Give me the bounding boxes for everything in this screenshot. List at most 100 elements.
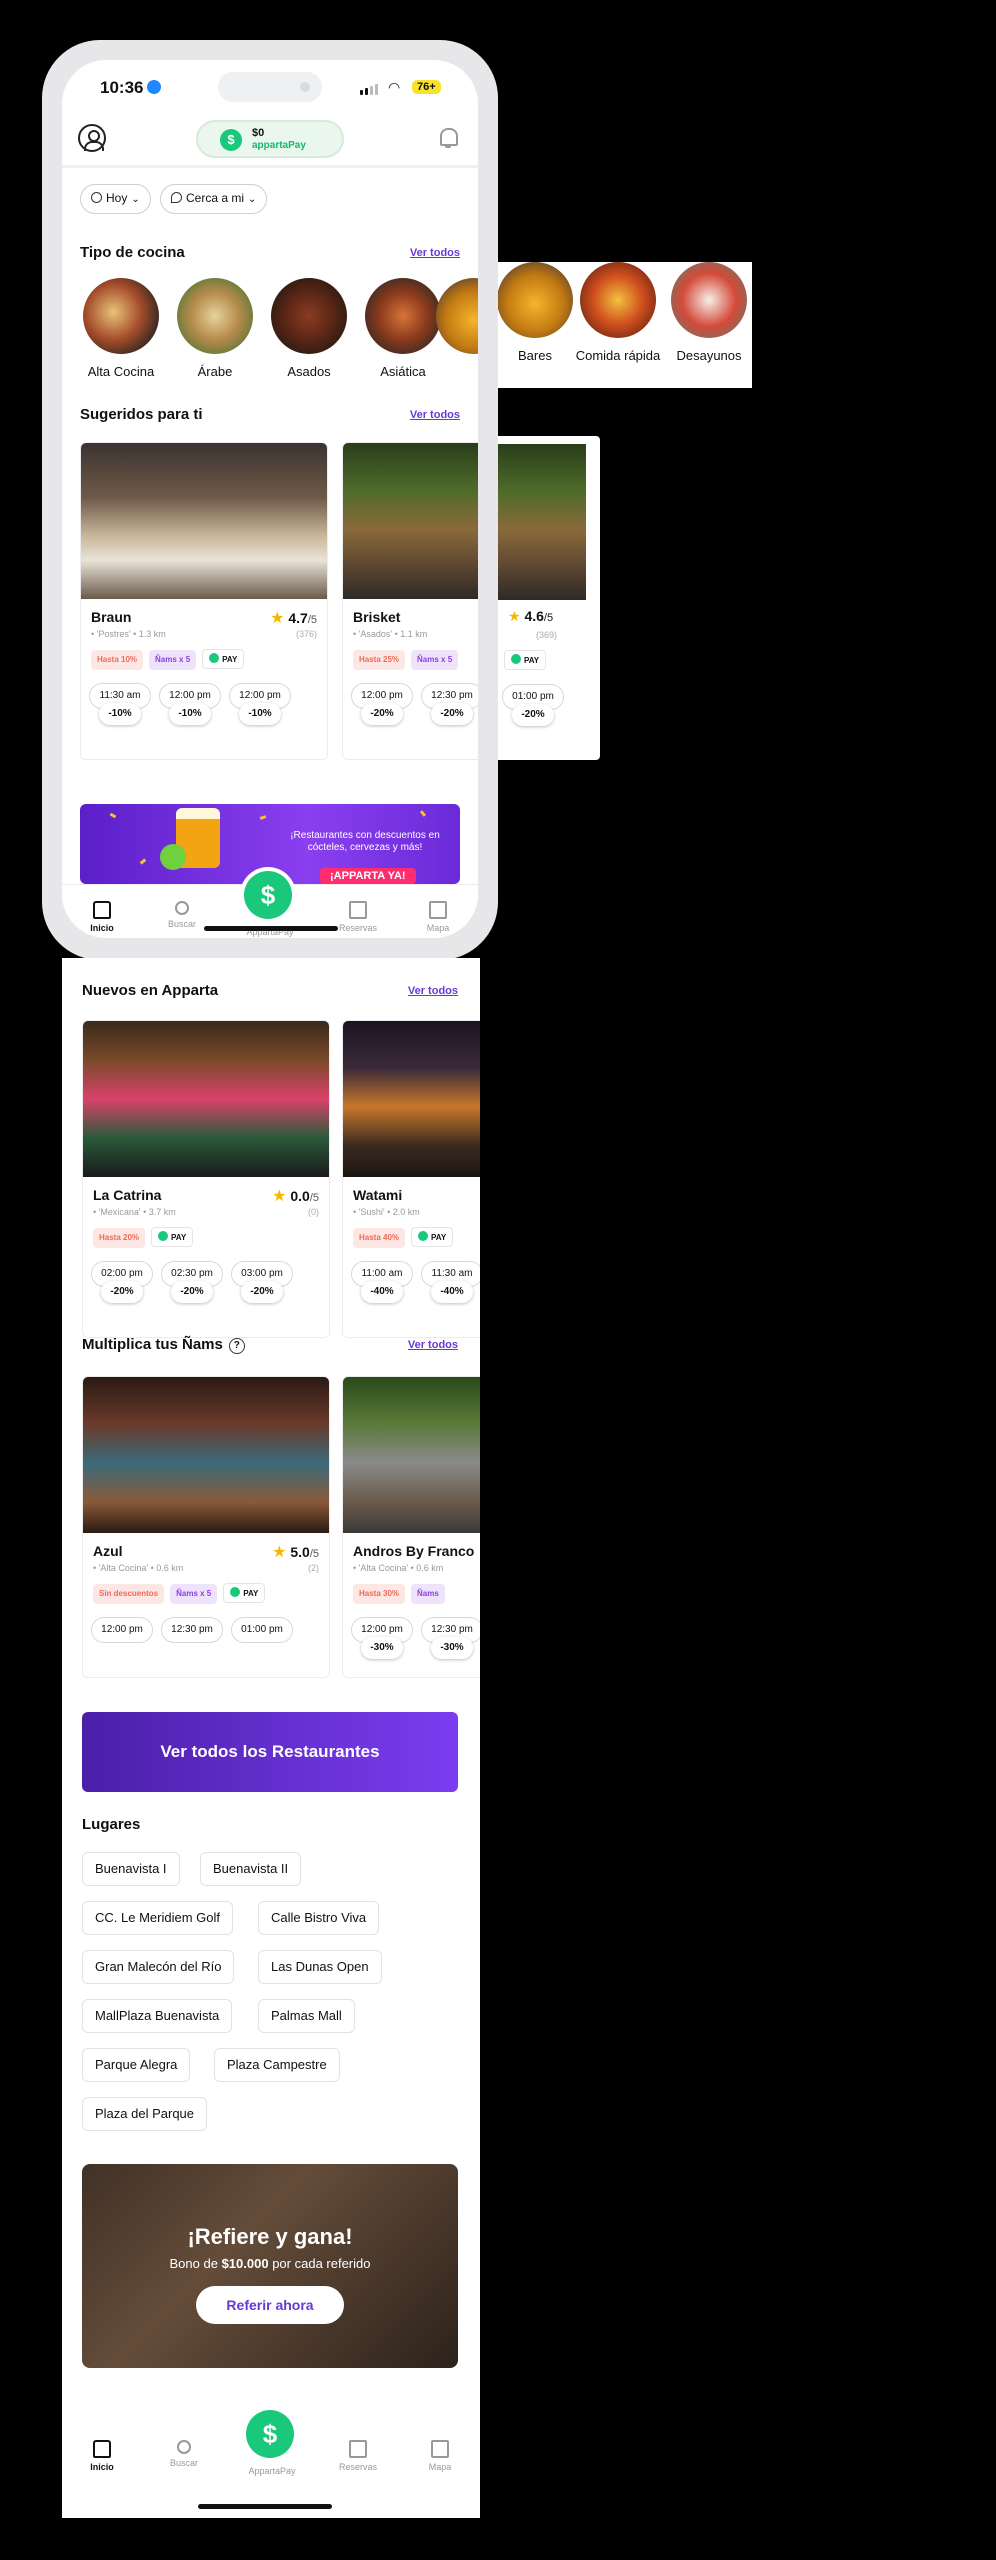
search-icon: [177, 2440, 191, 2454]
place-chip[interactable]: Parque Alegra: [82, 2048, 191, 2082]
place-chip[interactable]: Buenavista II: [200, 1852, 302, 1886]
refer-now-button[interactable]: Referir ahora: [196, 2286, 344, 2324]
restaurant-card[interactable]: Andros By Franco • 'Alta Cocina' • 0.6 k…: [342, 1376, 480, 1678]
cuisine-item[interactable]: [436, 278, 478, 354]
badge-row: Sin descuentos Ñams x 5 PAY: [93, 1583, 271, 1604]
restaurant-rating: ★ 0.0/5: [272, 1188, 319, 1205]
filter-location-label: Cerca a mi: [186, 191, 245, 205]
restaurant-card[interactable]: Watami • 'Sushi' • 2.0 km Hasta 40% PAY 1…: [342, 1020, 480, 1338]
discount-badge: Hasta 40%: [353, 1228, 406, 1248]
phone-screen: 10:36 ◠ 76+ $ $0 appartaPay Hoy ⌄ Cerca a…: [62, 60, 478, 938]
place-chip[interactable]: Palmas Mall: [258, 1999, 355, 2033]
time-slot[interactable]: 12:00 pm: [91, 1617, 153, 1661]
restaurant-card[interactable]: Azul • 'Alta Cocina' • 0.6 km ★ 5.0/5 (2…: [82, 1376, 330, 1678]
multiply-view-all[interactable]: Ver todos: [408, 1339, 458, 1351]
signal-icon: [360, 82, 380, 100]
filter-location[interactable]: Cerca a mi ⌄: [160, 184, 268, 214]
restaurant-name: Watami: [353, 1187, 403, 1203]
restaurant-meta: • 'Alta Cocina' • 0.6 km: [93, 1563, 184, 1573]
suggested-view-all[interactable]: Ver todos: [410, 409, 460, 421]
cuisine-view-all[interactable]: Ver todos: [410, 247, 460, 259]
view-all-restaurants-button[interactable]: Ver todos los Restaurantes: [82, 1712, 458, 1792]
restaurant-image: [343, 443, 478, 599]
time-slot[interactable]: 11:30 am -40%: [421, 1261, 480, 1305]
time-slot[interactable]: 12:30 pm -20%: [421, 683, 478, 727]
place-chip[interactable]: MallPlaza Buenavista: [82, 1999, 233, 2033]
search-icon: [175, 901, 189, 915]
phone-frame: 10:36 ◠ 76+ $ $0 appartaPay Hoy ⌄ Cerca a…: [42, 40, 498, 960]
time-slot[interactable]: 12:30 pm: [161, 1617, 223, 1661]
place-chip[interactable]: CC. Le Meridiem Golf: [82, 1901, 233, 1935]
time-slot[interactable]: 12:00 pm -10%: [229, 683, 291, 727]
nav-pay-label[interactable]: AppartaPay: [232, 2466, 312, 2476]
nav-home[interactable]: Inicio: [62, 901, 142, 933]
place-chip[interactable]: Las Dunas Open: [258, 1950, 382, 1984]
cuisine-image: [365, 278, 441, 354]
time-slot[interactable]: 11:30 am -10%: [89, 683, 151, 727]
place-chip[interactable]: Gran Malecón del Río: [82, 1950, 235, 1984]
place-chip[interactable]: Buenavista I: [82, 1852, 180, 1886]
confetti-decoration: [109, 812, 117, 819]
badge-row: Hasta 40% PAY: [353, 1227, 459, 1248]
restaurant-meta: • 'Mexicana' • 3.7 km: [93, 1207, 176, 1217]
time-slot[interactable]: 12:30 pm -30%: [421, 1617, 480, 1661]
promo-cta[interactable]: ¡APPARTA YA!: [320, 868, 416, 884]
filter-day[interactable]: Hoy ⌄: [80, 184, 151, 214]
nav-search[interactable]: Buscar: [144, 2440, 224, 2468]
review-count: (2): [308, 1563, 319, 1573]
profile-icon[interactable]: [78, 124, 106, 152]
cuisine-item[interactable]: Desayunos: [664, 262, 752, 363]
place-chip[interactable]: Plaza del Parque: [82, 2097, 208, 2131]
cuisine-item[interactable]: Árabe: [170, 278, 260, 379]
pay-fab[interactable]: $: [240, 867, 296, 923]
time-slot[interactable]: 02:00 pm -20%: [91, 1261, 153, 1305]
pay-fab[interactable]: $: [242, 2406, 298, 2462]
pay-badge: PAY: [151, 1227, 194, 1247]
apparta-pay-balance[interactable]: $ $0 appartaPay: [196, 120, 344, 158]
cuisine-label: Árabe: [197, 364, 233, 379]
nav-bookings[interactable]: Reservas: [318, 2440, 398, 2472]
restaurant-card[interactable]: Brisket • 'Asados' • 1.1 km Hasta 25% Ñam…: [342, 442, 478, 760]
cuisine-image: [177, 278, 253, 354]
nav-map[interactable]: Mapa: [398, 901, 478, 933]
time-slot[interactable]: 12:00 pm -20%: [351, 683, 413, 727]
restaurant-image: [498, 444, 586, 600]
cuisine-item[interactable]: Asados: [264, 278, 354, 379]
cuisine-item[interactable]: Comida rápida: [562, 262, 674, 363]
time-slot[interactable]: 12:00 pm -30%: [351, 1617, 413, 1661]
star-icon: ★: [270, 610, 285, 627]
restaurant-card[interactable]: Braun • 'Postres' • 1.3 km ★ 4.7/5 (376)…: [80, 442, 328, 760]
bell-icon[interactable]: [438, 126, 458, 148]
time-slots: 12:00 pm -30% 12:30 pm -30%: [351, 1617, 480, 1661]
cuisine-image: [83, 278, 159, 354]
chevron-down-icon: ⌄: [131, 194, 140, 205]
referral-banner: ¡Refiere y gana! Bono de $10.000 por cad…: [82, 2164, 458, 2368]
time-slot[interactable]: 12:00 pm -10%: [159, 683, 221, 727]
restaurant-meta: • 'Asados' • 1.1 km: [353, 629, 428, 639]
nav-home[interactable]: Inicio: [62, 2440, 142, 2472]
time-slot[interactable]: 11:00 am -40%: [351, 1261, 413, 1305]
place-chip[interactable]: Calle Bistro Viva: [258, 1901, 380, 1935]
time-slot[interactable]: 01:00 pm -20%: [502, 684, 572, 728]
cuisine-image: [580, 262, 656, 338]
bottom-nav: Inicio Buscar $ AppartaPay Reservas Mapa: [62, 2406, 480, 2498]
nav-map[interactable]: Mapa: [400, 2440, 480, 2472]
home-icon: [93, 901, 111, 919]
cuisine-item[interactable]: Asiática: [358, 278, 448, 379]
new-view-all[interactable]: Ver todos: [408, 985, 458, 997]
pin-icon: [171, 192, 182, 203]
star-icon: ★: [508, 608, 521, 624]
discount-badge: Hasta 25%: [353, 650, 406, 670]
dynamic-island: [218, 72, 322, 102]
time-slot[interactable]: 02:30 pm -20%: [161, 1261, 223, 1305]
discount-badge: Hasta 30%: [353, 1584, 406, 1604]
cuisine-item[interactable]: Alta Cocina: [76, 278, 166, 379]
discount-badge: Hasta 20%: [93, 1228, 146, 1248]
time-slot[interactable]: 03:00 pm -20%: [231, 1261, 293, 1305]
place-chip[interactable]: Plaza Campestre: [214, 2048, 340, 2082]
pay-badge: PAY: [202, 649, 245, 669]
restaurant-card[interactable]: La Catrina • 'Mexicana' • 3.7 km ★ 0.0/5…: [82, 1020, 330, 1338]
help-icon[interactable]: ?: [228, 1338, 245, 1354]
nav-search[interactable]: Buscar: [142, 901, 222, 929]
time-slot[interactable]: 01:00 pm: [231, 1617, 293, 1661]
